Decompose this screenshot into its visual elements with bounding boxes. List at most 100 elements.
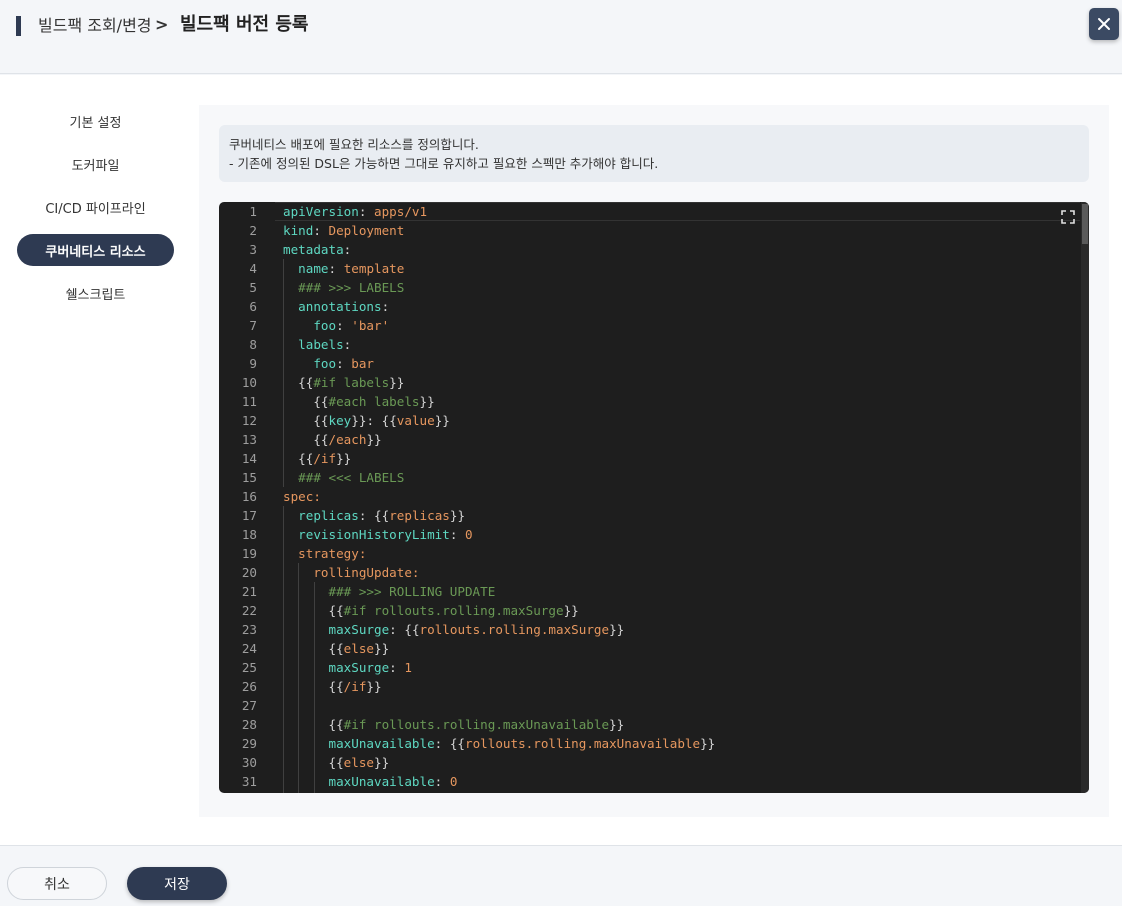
code-text: labels: <box>298 337 352 352</box>
code-line[interactable]: 26 {{/if}} <box>219 677 1079 696</box>
footer-bar: 취소 저장 <box>0 845 1122 906</box>
line-number: 8 <box>249 337 257 352</box>
code-text: ### >>> ROLLING UPDATE <box>283 584 496 599</box>
close-button[interactable] <box>1089 8 1119 40</box>
line-number: 25 <box>241 660 257 675</box>
code-line[interactable]: 9 foo: bar <box>219 354 1079 373</box>
code-line[interactable]: 20 rollingUpdate: <box>219 563 1079 582</box>
sidebar-item-shell-script[interactable]: 쉘스크립트 <box>17 277 174 309</box>
breadcrumb-parent[interactable]: 빌드팩 조회/변경 <box>38 16 152 36</box>
code-line[interactable]: 21 ### >>> ROLLING UPDATE <box>219 582 1079 601</box>
line-number: 17 <box>241 508 257 523</box>
code-line[interactable]: 10 {{#if labels}} <box>219 373 1079 392</box>
code-text: maxUnavailable: {{rollouts.rolling.maxUn… <box>328 736 716 751</box>
editor-scrollbar[interactable] <box>1081 202 1089 793</box>
sidebar-item-dockerfile[interactable]: 도커파일 <box>17 148 174 180</box>
code-text: {{key}}: {{value}} <box>313 413 450 428</box>
code-line[interactable]: 5 ### >>> LABELS <box>219 278 1079 297</box>
code-text: revisionHistoryLimit: 0 <box>298 527 473 542</box>
code-line[interactable]: 11 {{#each labels}} <box>219 392 1079 411</box>
code-editor[interactable]: 1 apiVersion: apps/v1 2 kind: Deployment 3 me… <box>219 202 1089 793</box>
code-text: ### >>> LABELS <box>283 280 405 295</box>
code-line[interactable]: 12 {{key}}: {{value}} <box>219 411 1079 430</box>
code-text: strategy: <box>298 546 367 561</box>
expand-icon[interactable] <box>1061 210 1075 224</box>
code-text: {{else}} <box>328 755 390 770</box>
code-text: ### <<< LABELS <box>283 470 405 485</box>
line-number: 27 <box>241 698 257 713</box>
code-line[interactable]: 14 {{/if}} <box>219 449 1079 468</box>
save-button[interactable]: 저장 <box>127 867 227 900</box>
code-line[interactable]: 24 {{else}} <box>219 639 1079 658</box>
code-line[interactable]: 16 spec: <box>219 487 1079 506</box>
code-line[interactable]: 28 {{#if rollouts.rolling.maxUnavailable… <box>219 715 1079 734</box>
code-line[interactable]: 13 {{/each}} <box>219 430 1079 449</box>
code-line[interactable]: 27 <box>219 696 1079 715</box>
breadcrumb-separator: > <box>155 15 169 34</box>
line-number: 28 <box>241 717 257 732</box>
code-text: annotations: <box>298 299 390 314</box>
line-number: 14 <box>241 451 257 466</box>
line-number: 4 <box>249 261 257 276</box>
line-number: 6 <box>249 299 257 314</box>
code-text: foo: 'bar' <box>313 318 390 333</box>
code-line[interactable]: 3 metadata: <box>219 240 1079 259</box>
line-number: 3 <box>249 242 257 257</box>
code-text: {{#if rollouts.rolling.maxSurge}} <box>328 603 579 618</box>
code-line[interactable]: 4 name: template <box>219 259 1079 278</box>
line-number: 22 <box>241 603 257 618</box>
code-line[interactable]: 18 revisionHistoryLimit: 0 <box>219 525 1079 544</box>
code-text: {{#each labels}} <box>313 394 435 409</box>
page-header: 빌드팩 조회/변경 > 빌드팩 버전 등록 <box>0 0 1122 74</box>
content-panel: 쿠버네티스 배포에 필요한 리소스를 정의합니다. - 기존에 정의된 DSL은… <box>199 105 1109 817</box>
line-number: 18 <box>241 527 257 542</box>
line-number: 31 <box>241 774 257 789</box>
code-line[interactable]: 1 apiVersion: apps/v1 <box>219 202 1079 221</box>
code-text: {{#if labels}} <box>298 375 405 390</box>
code-line[interactable]: 2 kind: Deployment <box>219 221 1079 240</box>
code-line[interactable]: 30 {{else}} <box>219 753 1079 772</box>
code-line[interactable]: 25 maxSurge: 1 <box>219 658 1079 677</box>
code-text: rollingUpdate: <box>313 565 420 580</box>
code-text: apiVersion: apps/v1 <box>283 204 428 219</box>
line-number: 19 <box>241 546 257 561</box>
line-number: 1 <box>249 204 257 219</box>
page-title: 빌드팩 버전 등록 <box>180 14 309 35</box>
sidebar-item-basic-settings[interactable]: 기본 설정 <box>17 105 174 137</box>
code-line[interactable]: 22 {{#if rollouts.rolling.maxSurge}} <box>219 601 1079 620</box>
line-number: 13 <box>241 432 257 447</box>
code-text: foo: bar <box>313 356 375 371</box>
line-number: 11 <box>241 394 257 409</box>
notice-line-2: - 기존에 정의된 DSL은 가능하면 그대로 유지하고 필요한 스펙만 추가해… <box>229 156 659 171</box>
code-line[interactable]: 8 labels: <box>219 335 1079 354</box>
line-number: 26 <box>241 679 257 694</box>
line-number: 9 <box>249 356 257 371</box>
scrollbar-thumb[interactable] <box>1082 204 1088 244</box>
code-line[interactable]: 29 maxUnavailable: {{rollouts.rolling.ma… <box>219 734 1079 753</box>
code-line[interactable]: 23 maxSurge: {{rollouts.rolling.maxSurge… <box>219 620 1079 639</box>
line-number: 24 <box>241 641 257 656</box>
cancel-button[interactable]: 취소 <box>7 867 107 900</box>
line-number: 23 <box>241 622 257 637</box>
line-number: 10 <box>241 375 257 390</box>
code-line[interactable]: 15 ### <<< LABELS <box>219 468 1079 487</box>
code-line[interactable]: 31 maxUnavailable: 0 <box>219 772 1079 791</box>
header-accent-bar <box>16 16 21 36</box>
info-notice: 쿠버네티스 배포에 필요한 리소스를 정의합니다. - 기존에 정의된 DSL은… <box>219 125 1089 182</box>
code-text: spec: <box>283 489 321 504</box>
line-number: 16 <box>241 489 257 504</box>
code-line[interactable]: 19 strategy: <box>219 544 1079 563</box>
code-text: kind: Deployment <box>283 223 405 238</box>
line-number: 21 <box>241 584 257 599</box>
line-number: 30 <box>241 755 257 770</box>
code-line[interactable]: 7 foo: 'bar' <box>219 316 1079 335</box>
code-text: maxSurge: {{rollouts.rolling.maxSurge}} <box>328 622 625 637</box>
code-line[interactable]: 6 annotations: <box>219 297 1079 316</box>
notice-line-1: 쿠버네티스 배포에 필요한 리소스를 정의합니다. <box>229 137 479 152</box>
code-text: maxUnavailable: 0 <box>328 774 458 789</box>
code-line[interactable]: 17 replicas: {{replicas}} <box>219 506 1079 525</box>
code-text: {{/each}} <box>313 432 382 447</box>
code-text: replicas: {{replicas}} <box>298 508 466 523</box>
sidebar-item-cicd-pipeline[interactable]: CI/CD 파이프라인 <box>17 191 174 223</box>
sidebar-item-kubernetes-resources[interactable]: 쿠버네티스 리소스 <box>17 234 174 266</box>
